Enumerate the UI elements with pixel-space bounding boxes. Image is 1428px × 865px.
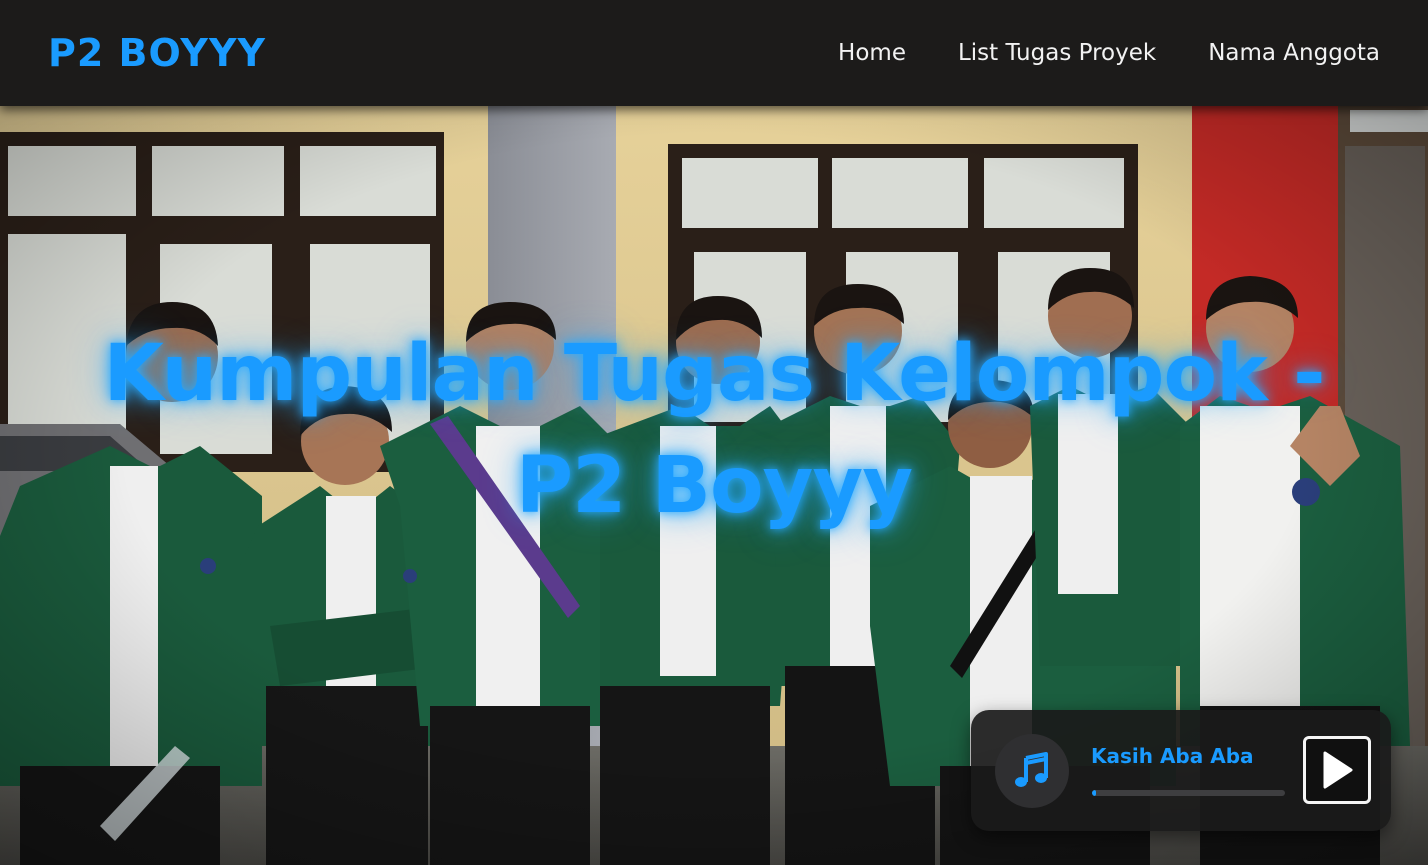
nav-links: Home List Tugas Proyek Nama Anggota: [838, 36, 1380, 70]
nav-list-tugas-link[interactable]: List Tugas Proyek: [958, 36, 1156, 70]
nav-nama-anggota-link[interactable]: Nama Anggota: [1208, 36, 1380, 70]
music-player: Kasih Aba Aba: [971, 710, 1391, 831]
play-icon: [1323, 751, 1353, 789]
progress-fill: [1092, 790, 1096, 796]
music-note-icon: [1015, 752, 1048, 787]
progress-bar[interactable]: [1092, 790, 1285, 796]
song-title: Kasih Aba Aba: [1091, 744, 1254, 768]
hero-title: Kumpulan Tugas Kelompok - P2 Boyyy: [103, 329, 1326, 531]
navbar: P2 BOYYY Home List Tugas Proyek Nama Ang…: [0, 0, 1428, 106]
brand-logo[interactable]: P2 BOYYY: [48, 28, 266, 78]
music-disc: [995, 734, 1069, 808]
play-button[interactable]: [1303, 736, 1371, 804]
nav-home-link[interactable]: Home: [838, 36, 906, 70]
